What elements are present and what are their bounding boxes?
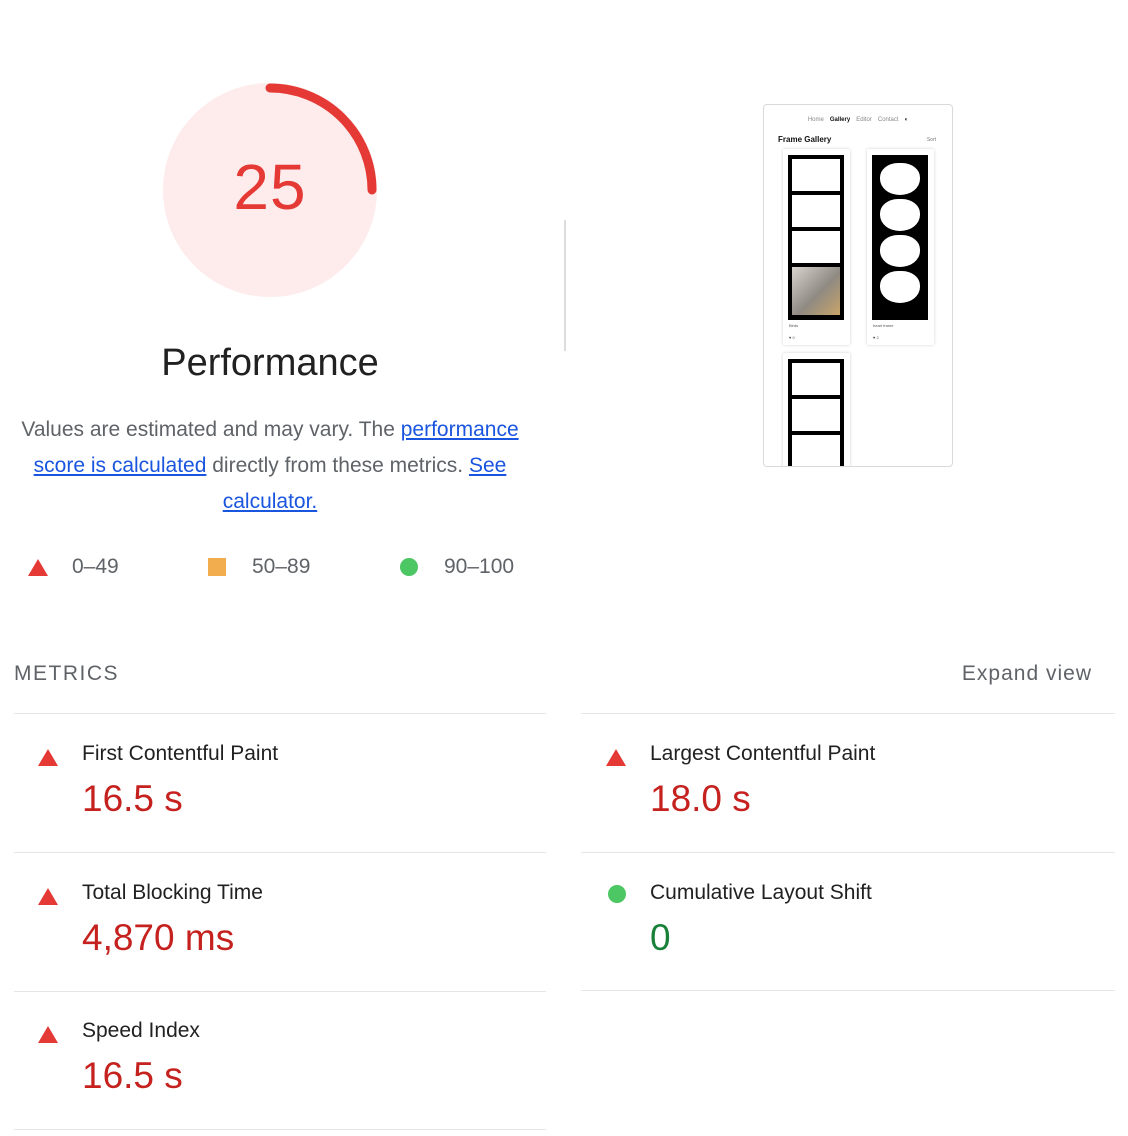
metric-label: First Contentful Paint <box>82 742 279 765</box>
metric-value: 18.0 s <box>650 778 751 819</box>
divider <box>14 1129 546 1130</box>
page-screenshot[interactable]: Home Gallery Editor Contact ◐ Frame Gall… <box>763 104 953 467</box>
triangle-icon <box>38 1026 58 1043</box>
metric-label: Total Blocking Time <box>82 881 263 904</box>
screenshot-card: Birds ♥ 0 <box>783 149 850 345</box>
legend-item-average: 50–89 <box>208 552 310 582</box>
category-title: Performance <box>161 342 379 384</box>
circle-icon <box>608 885 626 903</box>
screenshot-nav: Home Gallery Editor Contact ◐ <box>764 117 952 123</box>
circle-icon <box>400 558 418 576</box>
metric-value: 4,870 ms <box>82 917 235 958</box>
score-value: 25 <box>233 151 307 223</box>
expand-view-button[interactable]: Expand view <box>962 662 1092 686</box>
triangle-icon <box>38 888 58 905</box>
screenshot-card: heart frame ♥ 2 <box>867 149 934 345</box>
screenshot-nav-item: Gallery <box>829 117 851 123</box>
card-likes: ♥ 2 <box>873 335 879 340</box>
description-text: Values are estimated and may vary. The <box>21 418 401 441</box>
screenshot-sort: Sort <box>926 137 936 143</box>
divider <box>14 852 546 853</box>
legend-range: 50–89 <box>252 555 311 578</box>
divider <box>581 852 1115 853</box>
moon-icon: ◐ <box>904 117 909 123</box>
square-icon <box>208 558 226 576</box>
frame-strip <box>788 155 844 320</box>
screenshot-nav-item: Editor <box>856 117 872 123</box>
frame-strip <box>788 359 844 466</box>
legend-item-fail: 0–49 <box>28 552 119 582</box>
frame-strip <box>872 155 928 320</box>
score-description: Values are estimated and may vary. The p… <box>10 412 530 520</box>
metric-label: Speed Index <box>82 1019 200 1042</box>
metric-label: Largest Contentful Paint <box>650 742 876 765</box>
divider <box>14 713 546 714</box>
screenshot-nav-item: Contact <box>877 117 899 123</box>
metric-value: 16.5 s <box>82 778 183 819</box>
legend-range: 0–49 <box>72 555 119 578</box>
screenshot-card <box>783 353 850 466</box>
card-name: heart frame <box>873 323 894 328</box>
divider <box>581 713 1115 714</box>
card-name: Birds <box>789 323 799 328</box>
triangle-icon <box>28 558 48 576</box>
metric-value: 16.5 s <box>82 1055 183 1096</box>
vertical-divider <box>564 220 566 351</box>
metrics-heading: METRICS <box>14 662 119 685</box>
triangle-icon <box>38 749 58 766</box>
legend-range: 90–100 <box>444 555 515 578</box>
triangle-icon <box>606 749 626 766</box>
divider <box>14 991 546 992</box>
screenshot-nav-item: Home <box>807 117 824 123</box>
screenshot-title: Frame Gallery <box>778 135 832 144</box>
metric-value: 0 <box>650 917 671 958</box>
metric-label: Cumulative Layout Shift <box>650 881 872 904</box>
card-likes: ♥ 0 <box>789 335 795 340</box>
legend-item-pass: 90–100 <box>400 552 514 582</box>
description-text-middle: directly from these metrics. <box>206 454 469 477</box>
divider <box>581 990 1115 991</box>
